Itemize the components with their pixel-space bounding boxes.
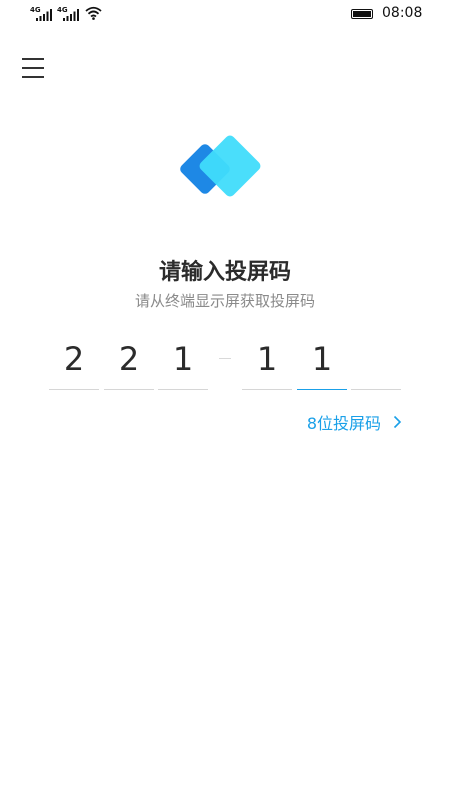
eight-digit-code-label: 8位投屏码	[306, 414, 381, 433]
status-time: 08:08	[382, 5, 423, 21]
code-digit-6[interactable]	[351, 335, 401, 390]
code-separator	[219, 358, 231, 359]
code-digit-5[interactable]: 1	[297, 335, 347, 390]
eight-digit-code-link[interactable]: 8位投屏码	[307, 410, 402, 434]
wifi-icon	[85, 6, 102, 20]
chevron-right-icon	[393, 415, 402, 429]
cast-code-input: 2 2 1 1 1	[0, 335, 450, 395]
battery-tip	[351, 9, 373, 19]
page-subtitle: 请从终端显示屏获取投屏码	[134, 292, 315, 310]
code-digit-2[interactable]: 2	[104, 335, 154, 390]
code-digit-4[interactable]: 1	[242, 335, 292, 390]
hamburger-menu-icon[interactable]	[16, 52, 52, 84]
code-digit-1[interactable]: 2	[49, 335, 99, 390]
code-digit-3[interactable]: 1	[158, 335, 208, 390]
status-bar: 4G 4G 08:08	[0, 0, 450, 28]
screen-cast-logo-icon	[180, 135, 261, 197]
page-title: 请输入投屏码	[158, 260, 291, 285]
